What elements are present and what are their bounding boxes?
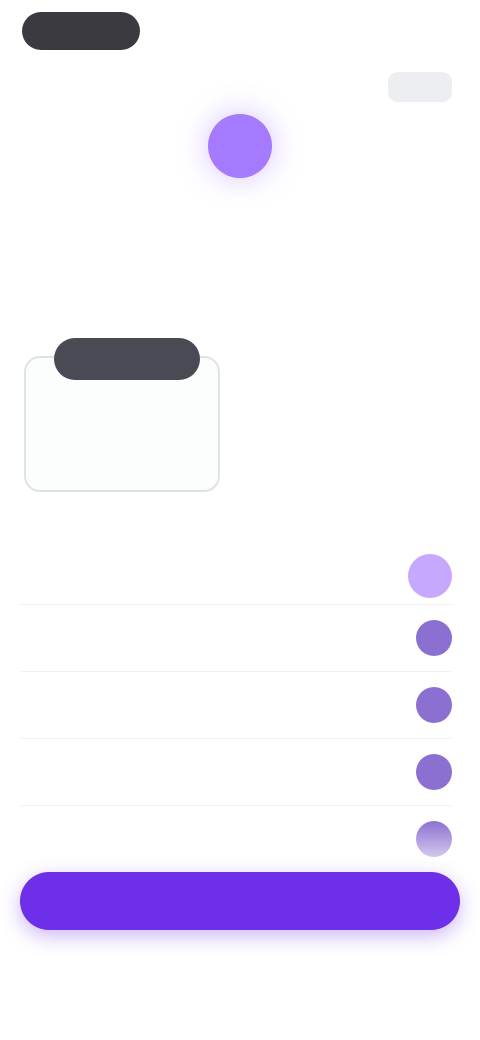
check-icon bbox=[416, 620, 452, 656]
feature-row bbox=[20, 605, 452, 672]
sparkle-icon-glyph bbox=[225, 131, 255, 161]
hero-title bbox=[30, 242, 450, 286]
feature-header-row bbox=[20, 548, 452, 605]
check-icon bbox=[416, 687, 452, 723]
sparkle-icon bbox=[208, 114, 272, 178]
header-pill[interactable] bbox=[22, 12, 140, 50]
feature-row bbox=[20, 739, 452, 806]
subscribe-button[interactable] bbox=[20, 872, 460, 930]
plan-card-alternate[interactable] bbox=[276, 394, 426, 402]
feature-header-pro bbox=[408, 554, 452, 598]
feature-row bbox=[20, 672, 452, 739]
scroll-fade bbox=[0, 820, 480, 880]
plan-badge bbox=[54, 338, 200, 380]
check-icon bbox=[416, 754, 452, 790]
header-right-button[interactable] bbox=[388, 72, 452, 102]
